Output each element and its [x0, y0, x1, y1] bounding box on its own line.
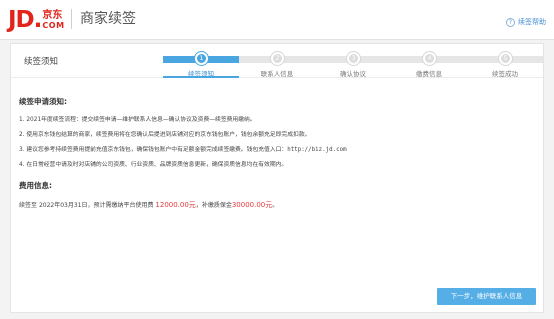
question-icon: ?: [506, 17, 515, 27]
step-2: 2 联系人信息: [239, 48, 315, 78]
header-divider: [71, 9, 72, 29]
step-progress: 1 续签须知 2 联系人信息 3 确认协议 4 缴费信息 5 续签成功: [163, 48, 545, 78]
logo-cn-text: 京东: [42, 10, 63, 21]
step-3: 3 确认协议: [315, 48, 391, 78]
help-label: 续签帮助: [518, 18, 546, 26]
step-1: 1 续签须知: [163, 48, 239, 78]
fee-prefix: 续签至: [19, 202, 38, 209]
platform-fee-amount: 12000.00元: [155, 201, 196, 209]
fee-title: 费用信息:: [19, 181, 52, 190]
step-5: 5 续签成功: [467, 48, 543, 78]
step-label: 确认协议: [340, 70, 366, 78]
renewal-panel: 续签须知 1 续签须知 2 联系人信息 3 确认协议 4 缴费信息 5 续签成功…: [10, 43, 544, 313]
step-label: 联系人信息: [260, 70, 294, 78]
next-step-button[interactable]: 下一步，维护联系人信息: [437, 288, 536, 305]
help-link[interactable]: ? 续签帮助: [506, 17, 546, 27]
notice-content: 续签申请须知: 1. 2021年度续签流程：提交续签申请—维护联系人信息—确认协…: [19, 96, 539, 210]
notice-title: 续签申请须知:: [19, 97, 67, 106]
page-title: 商家续签: [80, 11, 136, 27]
fee-mid-text: ，补缴质保金: [195, 202, 232, 209]
fee-suffix: 。: [272, 202, 279, 209]
notice-item: 1. 2021年度续签流程：提交续签申请—维护联系人信息—确认协议及资费—续签费…: [19, 117, 256, 123]
fee-date-text: 2022年03月31日，预计需缴纳平台使用费: [38, 202, 154, 209]
active-step-underline: [163, 76, 239, 78]
jd-logo[interactable]: JD. 京东 COM: [8, 6, 65, 32]
deposit-amount: 30000.00元: [231, 201, 273, 209]
step-4: 4 缴费信息: [391, 48, 467, 78]
notice-item: 4. 在日常经营中请及时对店铺的公司资质、行业资质、品牌资质信息更新，确保资质信…: [19, 162, 288, 168]
step-number: 4: [423, 52, 436, 65]
logo-jd-text: JD.: [8, 7, 42, 33]
step-number: 3: [347, 52, 360, 65]
fee-line: 续签至 2022年03月31日，预计需缴纳平台使用费 12000.00元，补缴质…: [19, 200, 539, 210]
step-label: 缴费信息: [416, 70, 442, 78]
panel-header: 续签须知 1 续签须知 2 联系人信息 3 确认协议 4 缴费信息 5 续签成功: [11, 44, 543, 78]
panel-title: 续签须知: [24, 57, 59, 67]
wallet-recharge-link[interactable]: http://biz.jd.com: [287, 147, 346, 153]
step-number: 5: [499, 52, 512, 65]
step-number: 2: [271, 52, 284, 65]
notice-item: 3. 建议您参考持续签费用提前充值京东钱包，确保钱包账户中有足额金额完成续签缴费…: [19, 146, 539, 154]
notice-item-text: 3. 建议您参考持续签费用提前充值京东钱包，确保钱包账户中有足额金额完成续签缴费…: [19, 147, 288, 153]
top-header: JD. 京东 COM 商家续签 ? 续签帮助: [0, 0, 554, 40]
logo-com-text: COM: [42, 21, 65, 30]
step-label: 续签成功: [492, 70, 518, 78]
notice-item: 2. 使用京东钱包结算的商家，续签费用将在您确认后提进到店铺对应的京东钱包账户，…: [19, 132, 311, 138]
step-number: 1: [195, 52, 208, 65]
